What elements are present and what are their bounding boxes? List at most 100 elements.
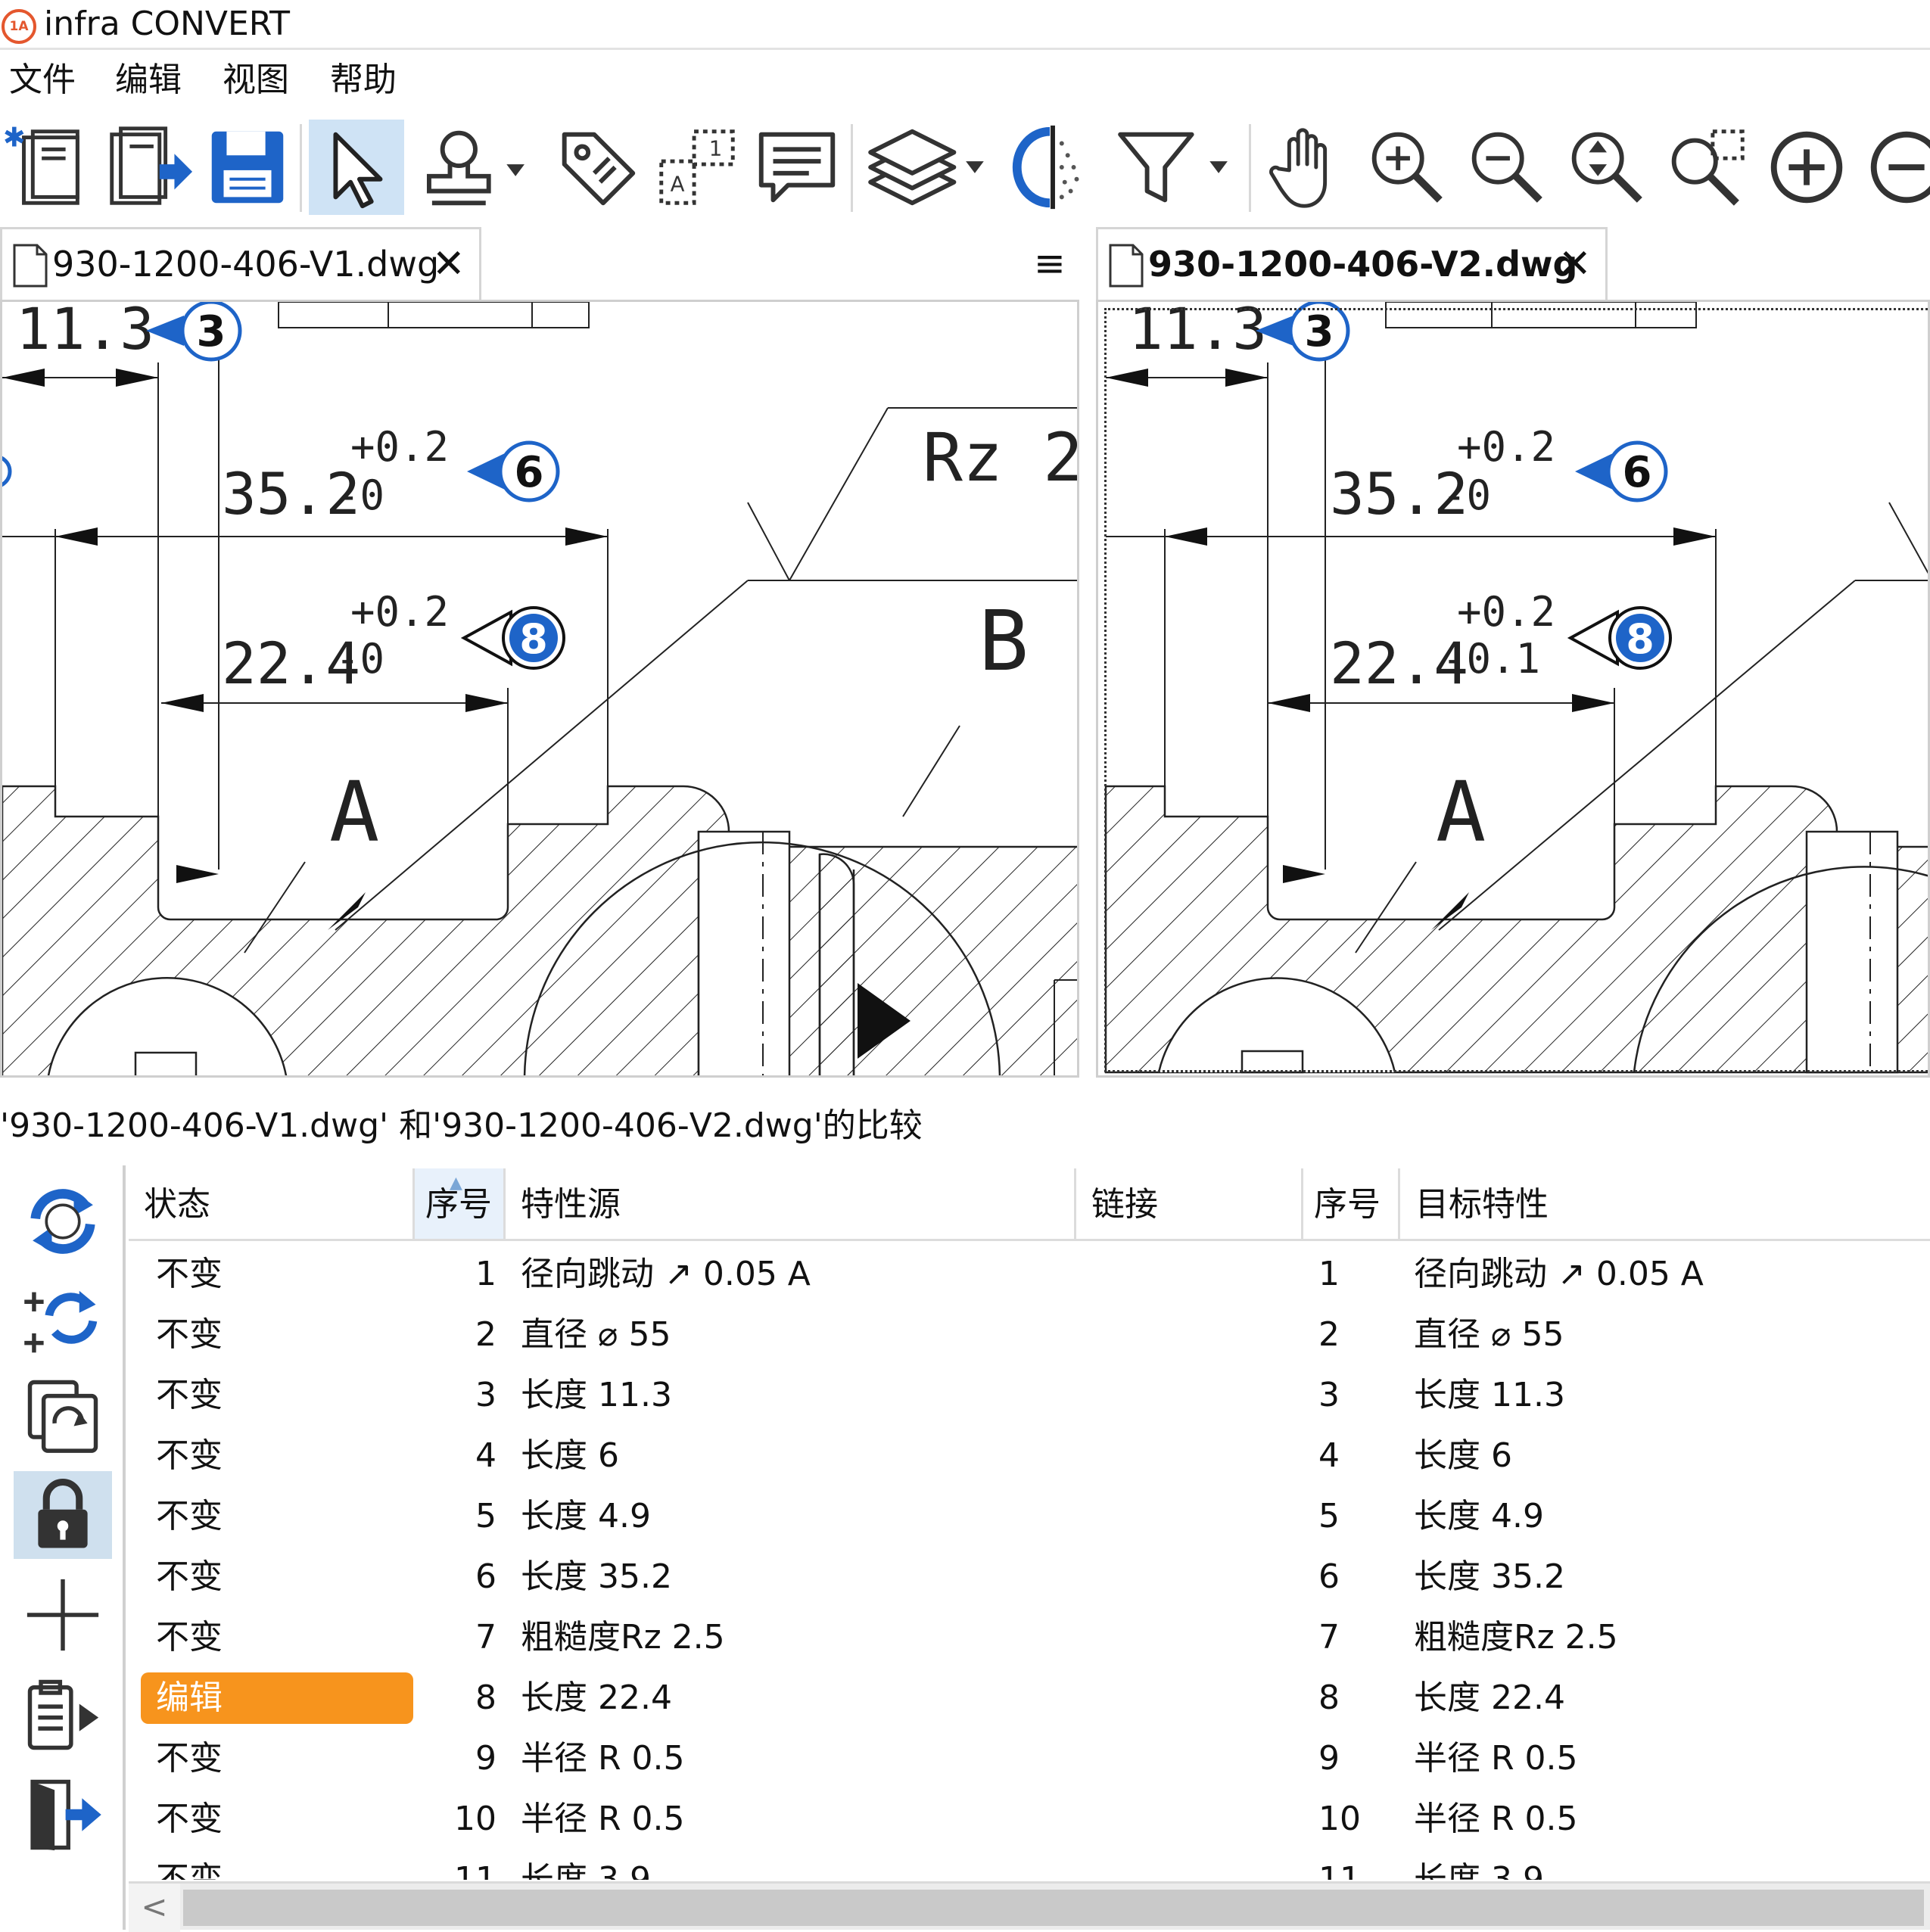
menu-file[interactable]: 文件 [9, 59, 76, 101]
table-row[interactable]: 不变 10 半径 R 0.5 10 半径 R 0.5 [129, 1789, 1930, 1850]
target-cell: 直径 ⌀ 55 [1414, 1315, 1564, 1354]
source-cell: 半径 R 0.5 [521, 1800, 685, 1838]
svg-text:3: 3 [197, 307, 226, 356]
table-row[interactable]: 不变 7 粗糙度Rz 2.5 7 粗糙度Rz 2.5 [129, 1607, 1930, 1668]
table-row[interactable]: 不变 6 长度 35.2 6 长度 35.2 [129, 1547, 1930, 1607]
add-compare-icon[interactable] [14, 1274, 112, 1362]
app-logo-icon: 1A [2, 9, 36, 44]
column-header-source[interactable]: 特性源 [506, 1168, 1076, 1241]
table-row[interactable]: 编辑 8 长度 22.4 8 长度 22.4 [129, 1668, 1930, 1728]
add-icon[interactable] [14, 1571, 112, 1659]
tolerance-upper: +0.2 [1457, 588, 1555, 636]
source-cell: 长度 4.9 [521, 1497, 651, 1535]
column-header-seq-target[interactable]: 序号 [1303, 1168, 1400, 1241]
status-cell: 不变 [156, 1800, 223, 1838]
open-document-icon[interactable] [100, 120, 195, 215]
svg-text:8: 8 [1626, 615, 1655, 663]
drawing-pane-right[interactable]: 11.3 35.2 +0.2 -0 22.4 +0.2 -0.1 A 3 6 8 [1096, 300, 1930, 1078]
tab-v2[interactable]: 930-1200-406-V2.dwg ✕ [1096, 227, 1608, 301]
table-row[interactable]: 不变 5 长度 4.9 5 长度 4.9 [129, 1486, 1930, 1547]
target-cell: 长度 3.9 [1414, 1860, 1544, 1880]
filter-icon[interactable] [1111, 120, 1240, 215]
new-document-icon[interactable]: ✱ [0, 120, 95, 215]
stamp-icon[interactable] [413, 120, 534, 215]
menu-edit[interactable]: 编辑 [115, 59, 182, 101]
tab-v2-label: 930-1200-406-V2.dwg [1148, 244, 1578, 285]
comparison-status: '930-1200-406-V1.dwg' 和'930-1200-406-V2.… [0, 1090, 1930, 1162]
horizontal-scrollbar[interactable]: < [129, 1881, 1930, 1932]
zoom-in-icon[interactable] [1359, 120, 1455, 215]
section-label-a: A [329, 764, 379, 860]
table-row[interactable]: 不变 2 直径 ⌀ 55 2 直径 ⌀ 55 [129, 1305, 1930, 1365]
zoom-fit-icon[interactable] [1559, 120, 1655, 215]
seq-cell: 11 [454, 1860, 497, 1880]
seq-target-cell: 10 [1318, 1800, 1361, 1838]
status-cell: 不变 [156, 1376, 223, 1414]
scrollbar-thumb[interactable] [183, 1890, 1924, 1926]
table-row[interactable]: 不变 9 半径 R 0.5 9 半径 R 0.5 [129, 1728, 1930, 1789]
tab-v1[interactable]: 930-1200-406-V1.dwg ✕ [0, 227, 481, 301]
balloon-3[interactable]: 3 [1256, 302, 1350, 362]
column-header-link[interactable]: 链接 [1076, 1168, 1303, 1241]
menu-bar: 文件 编辑 视图 帮助 [0, 51, 1930, 112]
drawing-pane-left[interactable]: 11.3 35.2 +0.2 -0 22.4 +0.2 -0 A B Rz 2 … [0, 300, 1079, 1078]
seq-target-cell: 6 [1318, 1557, 1340, 1596]
refresh-compare-icon[interactable] [14, 1178, 112, 1265]
tolerance-lower: -0 [335, 635, 384, 683]
add-circle-icon[interactable] [1759, 120, 1854, 215]
title-bar: 1A infra CONVERT [0, 0, 1930, 50]
close-icon[interactable]: ✕ [1558, 229, 1592, 299]
seq-cell: 10 [454, 1800, 497, 1838]
table-row[interactable]: 不变 3 长度 11.3 3 长度 11.3 [129, 1365, 1930, 1426]
zoom-out-icon[interactable] [1459, 120, 1555, 215]
comparison-table: 状态 ▲ 序号 特性源 链接 序号 目标特性 不变 1 径向跳动 ↗ 0.05 A 1… [129, 1168, 1930, 1930]
compare-icon[interactable] [1005, 120, 1100, 215]
svg-text:✱: ✱ [3, 122, 26, 153]
svg-text:6: 6 [1623, 448, 1652, 497]
comment-icon[interactable] [749, 120, 845, 215]
roughness-label: Rz 2 [923, 418, 1079, 496]
tolerance-lower: -0 [335, 471, 384, 519]
balloon-6[interactable]: 6 [1575, 440, 1668, 502]
text-frame-icon[interactable]: A1 [649, 120, 745, 215]
table-row[interactable]: 不变 11 长度 3.9 11 长度 3.9 [129, 1850, 1930, 1880]
zoom-window-icon[interactable] [1659, 120, 1754, 215]
target-cell: 粗糙度Rz 2.5 [1414, 1618, 1618, 1657]
dim-label: 11.3 [1128, 302, 1267, 362]
lock-icon[interactable] [14, 1471, 112, 1559]
scroll-left-arrow-icon[interactable]: < [129, 1884, 180, 1932]
seq-target-cell: 4 [1318, 1436, 1340, 1475]
layers-icon[interactable] [861, 120, 990, 215]
svg-text:8: 8 [519, 615, 548, 663]
menu-help[interactable]: 帮助 [330, 59, 397, 101]
select-pointer-icon[interactable] [309, 120, 404, 215]
hand-pan-icon[interactable] [1259, 120, 1355, 215]
balloon-6[interactable]: 6 [467, 440, 560, 502]
column-header-seq[interactable]: ▲ 序号 [415, 1168, 506, 1241]
balloon-8[interactable]: 8 [1567, 606, 1672, 670]
menu-view[interactable]: 视图 [223, 59, 289, 101]
balloon-8[interactable]: 8 [460, 606, 565, 670]
close-icon[interactable]: ✕ [432, 229, 465, 299]
balloon-3[interactable]: 3 [146, 302, 242, 362]
table-row[interactable]: 不变 1 径向跳动 ↗ 0.05 A 1 径向跳动 ↗ 0.05 A [129, 1244, 1930, 1305]
source-cell: 长度 35.2 [521, 1557, 672, 1596]
exit-icon[interactable] [14, 1771, 112, 1859]
save-icon[interactable] [200, 120, 295, 215]
table-row[interactable]: 不变 4 长度 6 4 长度 6 [129, 1426, 1930, 1486]
target-cell: 长度 11.3 [1414, 1376, 1565, 1414]
document-icon [13, 244, 48, 288]
tag-icon[interactable] [549, 120, 645, 215]
status-cell: 不变 [156, 1618, 223, 1657]
svg-text:1: 1 [709, 136, 723, 160]
seq-cell: 8 [475, 1678, 497, 1717]
app-title: infra CONVERT [44, 5, 291, 43]
status-cell: 不变 [156, 1860, 223, 1880]
column-header-status[interactable]: 状态 [129, 1168, 415, 1241]
remove-circle-icon[interactable] [1859, 120, 1930, 215]
clipboard-compare-icon[interactable] [14, 1371, 112, 1459]
export-list-icon[interactable] [14, 1671, 112, 1759]
column-header-target[interactable]: 目标特性 [1400, 1168, 1930, 1241]
tab-overflow-icon[interactable]: ≡ [1034, 241, 1066, 286]
section-label-a: A [1436, 764, 1486, 860]
